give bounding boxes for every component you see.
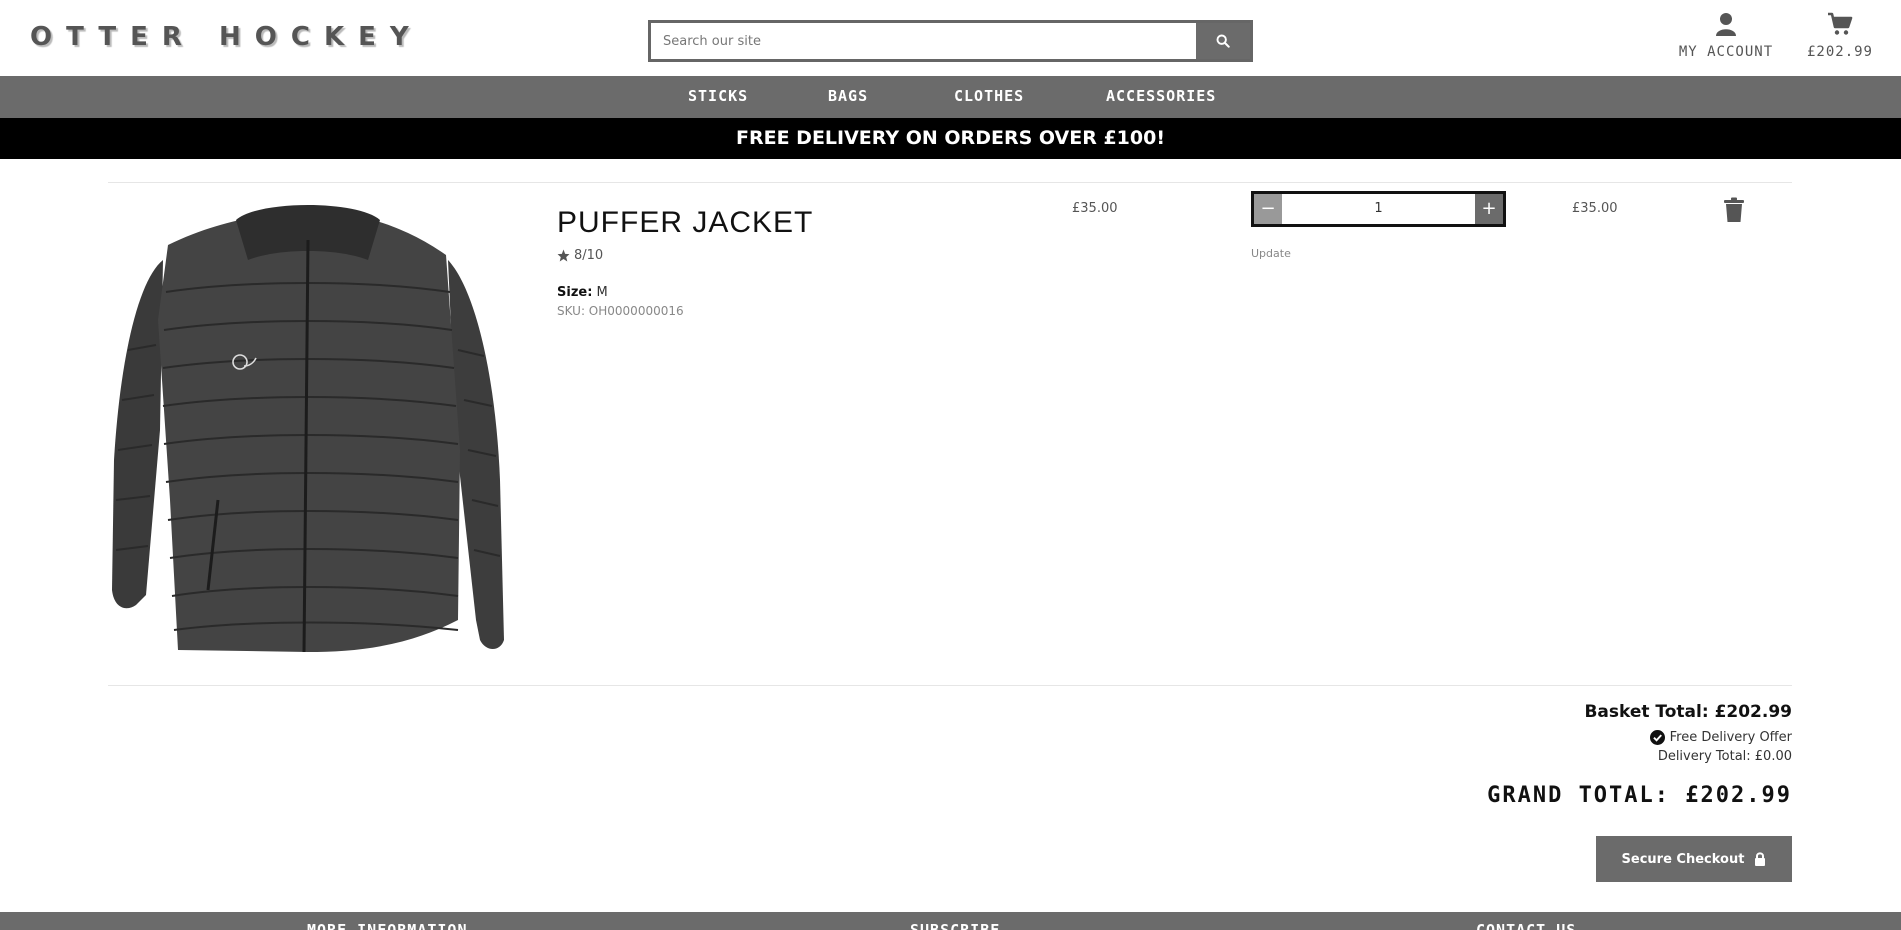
site-logo[interactable]: OTTER HOCKEY <box>30 22 423 52</box>
trash-icon[interactable] <box>1723 197 1745 223</box>
increment-button[interactable]: + <box>1475 194 1503 224</box>
my-account-link[interactable]: MY ACCOUNT <box>1676 12 1776 60</box>
item-price: £35.00 <box>1072 201 1118 216</box>
site-header: OTTER HOCKEY MY ACCOUNT £202.99 <box>0 0 1901 76</box>
item-subtotal: £35.00 <box>1572 201 1618 216</box>
lock-icon <box>1755 852 1766 866</box>
star-icon <box>557 249 570 262</box>
rating-value: 8/10 <box>574 248 604 263</box>
basket-total: Basket Total: £202.99 <box>1584 702 1792 722</box>
size-label: Size: <box>557 285 593 300</box>
quantity-input[interactable]: 1 <box>1282 194 1475 224</box>
nav-item-accessories[interactable]: ACCESSORIES <box>1106 87 1216 105</box>
main-nav: STICKS BAGS CLOTHES ACCESSORIES <box>0 76 1901 118</box>
free-delivery-text: Free Delivery Offer <box>1669 730 1792 745</box>
free-delivery-offer: Free Delivery Offer <box>1292 730 1792 745</box>
nav-item-clothes[interactable]: CLOTHES <box>954 87 1024 105</box>
delivery-banner: FREE DELIVERY ON ORDERS OVER £100! <box>0 118 1901 159</box>
divider <box>108 182 1792 183</box>
product-size: Size: M <box>557 285 608 300</box>
cart-icon <box>1828 12 1853 35</box>
check-circle-icon <box>1649 730 1665 745</box>
grand-total: GRAND TOTAL: £202.99 <box>1487 783 1792 808</box>
basket-link[interactable]: £202.99 <box>1800 12 1880 60</box>
user-icon <box>1716 13 1736 36</box>
search-form <box>648 20 1253 62</box>
basket-total-label: £202.99 <box>1806 44 1873 60</box>
site-footer: MORE INFORMATION SUBSCRIBE CONTACT US <box>0 912 1901 930</box>
nav-item-bags[interactable]: BAGS <box>828 87 868 105</box>
search-icon <box>1216 34 1230 48</box>
delivery-total: Delivery Total: £0.00 <box>1657 749 1792 764</box>
product-image[interactable] <box>108 200 508 660</box>
footer-heading-subscribe: SUBSCRIBE <box>910 921 1001 930</box>
footer-heading-contact-us: CONTACT US <box>1476 921 1577 930</box>
footer-heading-more-information: MORE INFORMATION <box>307 921 468 930</box>
update-link[interactable]: Update <box>1251 247 1291 260</box>
decrement-button[interactable]: − <box>1254 194 1282 224</box>
my-account-label: MY ACCOUNT <box>1678 44 1774 60</box>
checkout-label: Secure Checkout <box>1621 851 1745 867</box>
product-name[interactable]: PUFFER JACKET <box>557 206 813 240</box>
quantity-stepper: − 1 + <box>1251 191 1506 227</box>
search-button[interactable] <box>1196 23 1250 59</box>
size-value: M <box>596 285 608 300</box>
divider <box>108 685 1792 686</box>
product-sku: SKU: OH0000000016 <box>557 304 684 318</box>
search-input[interactable] <box>651 23 1195 59</box>
product-rating: 8/10 <box>557 248 603 263</box>
secure-checkout-button[interactable]: Secure Checkout <box>1596 836 1792 882</box>
nav-item-sticks[interactable]: STICKS <box>688 87 748 105</box>
